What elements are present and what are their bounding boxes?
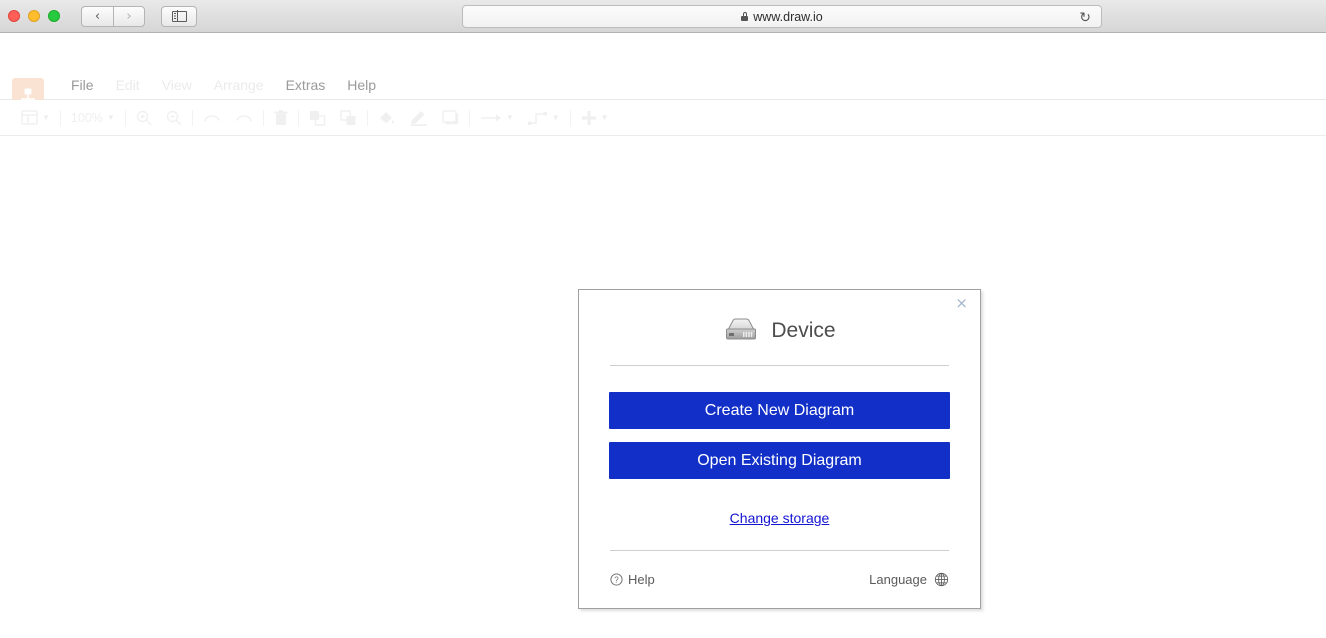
help-label: Help — [628, 572, 655, 587]
waypoints-button[interactable]: ▼ — [473, 100, 521, 136]
language-selector[interactable]: Language — [869, 572, 949, 587]
toolbar-separator — [366, 109, 368, 126]
menu-item-edit: Edit — [115, 77, 140, 93]
menubar: File Edit View Arrange Extras Help — [0, 33, 1326, 120]
reload-icon[interactable]: ↻ — [1079, 10, 1091, 24]
undo-icon — [204, 114, 220, 122]
window-maximize-button[interactable] — [48, 10, 60, 22]
menu-item-file[interactable]: File — [60, 73, 105, 97]
help-link[interactable]: ? Help — [610, 572, 655, 587]
change-storage-link[interactable]: Change storage — [730, 510, 830, 526]
create-new-diagram-button[interactable]: Create New Diagram — [609, 392, 950, 429]
fill-color-icon — [379, 111, 394, 123]
menu-item-arrange: Arrange — [213, 77, 264, 93]
browser-chrome: ‹ › www.draw.io ↻ — [0, 0, 1326, 33]
menu-item-help[interactable]: Help — [336, 73, 387, 97]
storage-dialog: × Device Create New Diagram Open Existin… — [578, 289, 981, 609]
close-icon[interactable]: × — [955, 296, 968, 311]
shadow-button[interactable] — [435, 100, 466, 136]
address-bar[interactable]: www.draw.io ↻ — [462, 5, 1102, 28]
zoom-out-icon — [166, 110, 182, 125]
zoom-in-button[interactable] — [129, 100, 159, 136]
edge-style-icon — [527, 111, 547, 125]
zoom-in-icon — [136, 110, 152, 125]
edge-style-button[interactable]: ▼ — [521, 100, 567, 136]
back-button[interactable]: ‹ — [81, 5, 113, 27]
toolbar: ▼ 100% ▼ ▼ ▼ ▼ — [0, 100, 1326, 136]
dialog-divider-top — [610, 365, 949, 366]
window-controls — [8, 10, 60, 22]
toolbar-separator — [191, 109, 193, 126]
insert-plus-icon — [581, 110, 596, 125]
language-label: Language — [869, 572, 927, 587]
delete-icon — [274, 109, 288, 125]
fill-color-button[interactable] — [371, 100, 403, 136]
chevron-right-icon: › — [126, 8, 132, 24]
device-hard-drive-icon — [726, 318, 757, 340]
menu-item-view: View — [161, 77, 192, 93]
redo-button[interactable] — [228, 100, 260, 136]
window-minimize-button[interactable] — [28, 10, 40, 22]
dialog-footer: ? Help Language — [579, 550, 980, 608]
menu-item-extras[interactable]: Extras — [275, 73, 337, 97]
toolbar-separator — [468, 109, 470, 126]
url-text: www.draw.io — [753, 9, 823, 24]
to-back-button[interactable] — [333, 100, 364, 136]
toolbar-separator — [297, 109, 299, 126]
toolbar-separator — [569, 109, 571, 126]
chevron-down-icon: ▼ — [505, 113, 514, 122]
lock-icon — [741, 12, 749, 21]
zoom-select[interactable]: 100% ▼ — [64, 100, 122, 136]
waypoints-icon — [480, 114, 501, 121]
svg-text:?: ? — [614, 576, 619, 585]
shadow-icon — [442, 110, 459, 125]
chevron-left-icon: ‹ — [94, 8, 101, 24]
dialog-title: Device — [771, 319, 836, 342]
toolbar-separator — [124, 109, 126, 126]
delete-button[interactable] — [267, 100, 295, 136]
chevron-down-icon: ▼ — [106, 113, 115, 122]
sidebar-toggle-button[interactable] — [161, 5, 197, 27]
open-existing-diagram-button[interactable]: Open Existing Diagram — [609, 442, 950, 479]
sidebar-icon — [171, 10, 187, 22]
view-layout-icon — [21, 110, 38, 125]
undo-button[interactable] — [196, 100, 228, 136]
forward-button[interactable]: › — [113, 5, 145, 27]
menu-items: File Edit View Arrange Extras Help — [60, 73, 387, 97]
toolbar-separator — [59, 109, 61, 126]
zoom-out-button[interactable] — [159, 100, 189, 136]
globe-icon — [934, 572, 949, 587]
change-storage-row: Change storage — [579, 510, 980, 528]
line-color-button[interactable] — [403, 100, 435, 136]
insert-button[interactable]: ▼ — [574, 100, 616, 136]
navigation-buttons: ‹ › — [81, 5, 145, 27]
redo-icon — [236, 114, 252, 122]
to-back-icon — [340, 109, 356, 125]
chevron-down-icon: ▼ — [42, 113, 50, 122]
view-layout-button[interactable]: ▼ — [14, 100, 57, 136]
chevron-down-icon: ▼ — [551, 113, 560, 122]
line-color-icon — [410, 111, 427, 126]
question-circle-icon: ? — [610, 573, 623, 586]
zoom-level-label: 100% — [70, 110, 103, 125]
toolbar-separator — [262, 109, 264, 126]
window-close-button[interactable] — [8, 10, 20, 22]
dialog-header: Device — [579, 290, 980, 346]
to-front-icon — [309, 110, 326, 126]
chevron-down-icon: ▼ — [600, 113, 609, 122]
to-front-button[interactable] — [302, 100, 333, 136]
